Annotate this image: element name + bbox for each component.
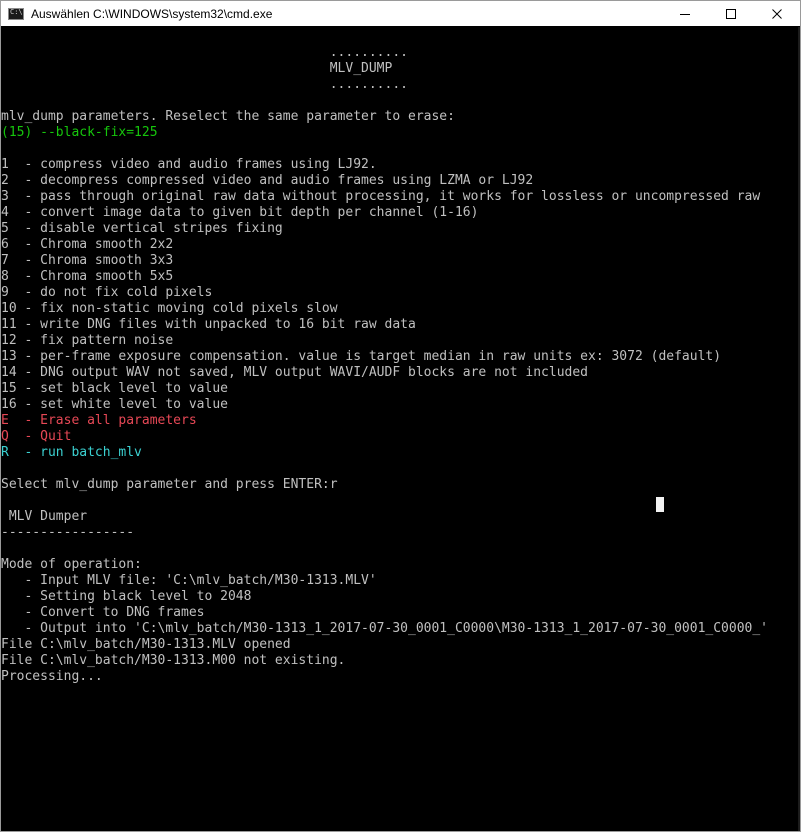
console-line: 14 - DNG output WAV not saved, MLV outpu… — [1, 365, 588, 380]
console-line: 7 - Chroma smooth 3x3 — [1, 253, 174, 268]
minimize-icon — [680, 13, 690, 15]
console-line: 1 - compress video and audio frames usin… — [1, 157, 377, 172]
console-line: 10 - fix non-static moving cold pixels s… — [1, 301, 338, 316]
console-line: MLV_DUMP — [1, 61, 393, 76]
console-line: Q - Quit — [1, 429, 72, 444]
console-line: 9 - do not fix cold pixels — [1, 285, 213, 300]
console-line: Mode of operation: — [1, 557, 142, 572]
console-line: mlv_dump parameters. Reselect the same p… — [1, 109, 455, 124]
console-scrollbar-edge — [798, 27, 800, 831]
cmd-app-icon[interactable]: C:\ — [8, 7, 24, 20]
console-line: - Output into 'C:\mlv_batch/M30-1313_1_2… — [1, 621, 769, 636]
console-line: MLV Dumper — [1, 509, 88, 524]
console-line: 13 - per-frame exposure compensation. va… — [1, 349, 722, 364]
console-line: File C:\mlv_batch/M30-1313.MLV opened — [1, 637, 291, 652]
maximize-icon — [726, 8, 736, 19]
console-line: - Input MLV file: 'C:\mlv_batch/M30-1313… — [1, 573, 377, 588]
console-line: 16 - set white level to value — [1, 397, 228, 412]
console-line: 3 - pass through original raw data witho… — [1, 189, 761, 204]
console-line: File C:\mlv_batch/M30-1313.M00 not exist… — [1, 653, 346, 668]
title-bar[interactable]: C:\ Auswählen C:\WINDOWS\system32\cmd.ex… — [1, 1, 800, 26]
text-cursor — [656, 497, 664, 512]
console-line: 15 - set black level to value — [1, 381, 228, 396]
console-line: - Convert to DNG frames — [1, 605, 205, 620]
cmd-app-icon-label: C:\ — [10, 7, 23, 16]
maximize-button[interactable] — [708, 1, 754, 26]
console-line: 11 - write DNG files with unpacked to 16… — [1, 317, 416, 332]
console-line: 5 - disable vertical stripes fixing — [1, 221, 283, 236]
window-title: Auswählen C:\WINDOWS\system32\cmd.exe — [31, 6, 273, 21]
cmd-window: C:\ Auswählen C:\WINDOWS\system32\cmd.ex… — [0, 0, 801, 832]
console-line: 12 - fix pattern noise — [1, 333, 174, 348]
console-line: 8 - Chroma smooth 5x5 — [1, 269, 174, 284]
minimize-button[interactable] — [662, 1, 708, 26]
console-line: (15) --black-fix=125 — [1, 125, 158, 140]
console-line: Processing... — [1, 669, 103, 684]
console-line: 2 - decompress compressed video and audi… — [1, 173, 534, 188]
console-line: .......... — [1, 45, 408, 60]
console-line: 4 - convert image data to given bit dept… — [1, 205, 479, 220]
console-line: ----------------- — [1, 525, 135, 540]
close-button[interactable] — [754, 1, 800, 26]
console-output[interactable]: .......... MLV_DUMP .......... mlv_dump p… — [1, 27, 800, 831]
console-line: .......... — [1, 77, 408, 92]
console-line: - Setting black level to 2048 — [1, 589, 252, 604]
close-icon — [772, 8, 782, 19]
console-line: R - run batch_mlv — [1, 445, 142, 460]
console-line: Select mlv_dump parameter and press ENTE… — [1, 477, 338, 492]
console-line: E - Erase all parameters — [1, 413, 197, 428]
console-line: 6 - Chroma smooth 2x2 — [1, 237, 174, 252]
